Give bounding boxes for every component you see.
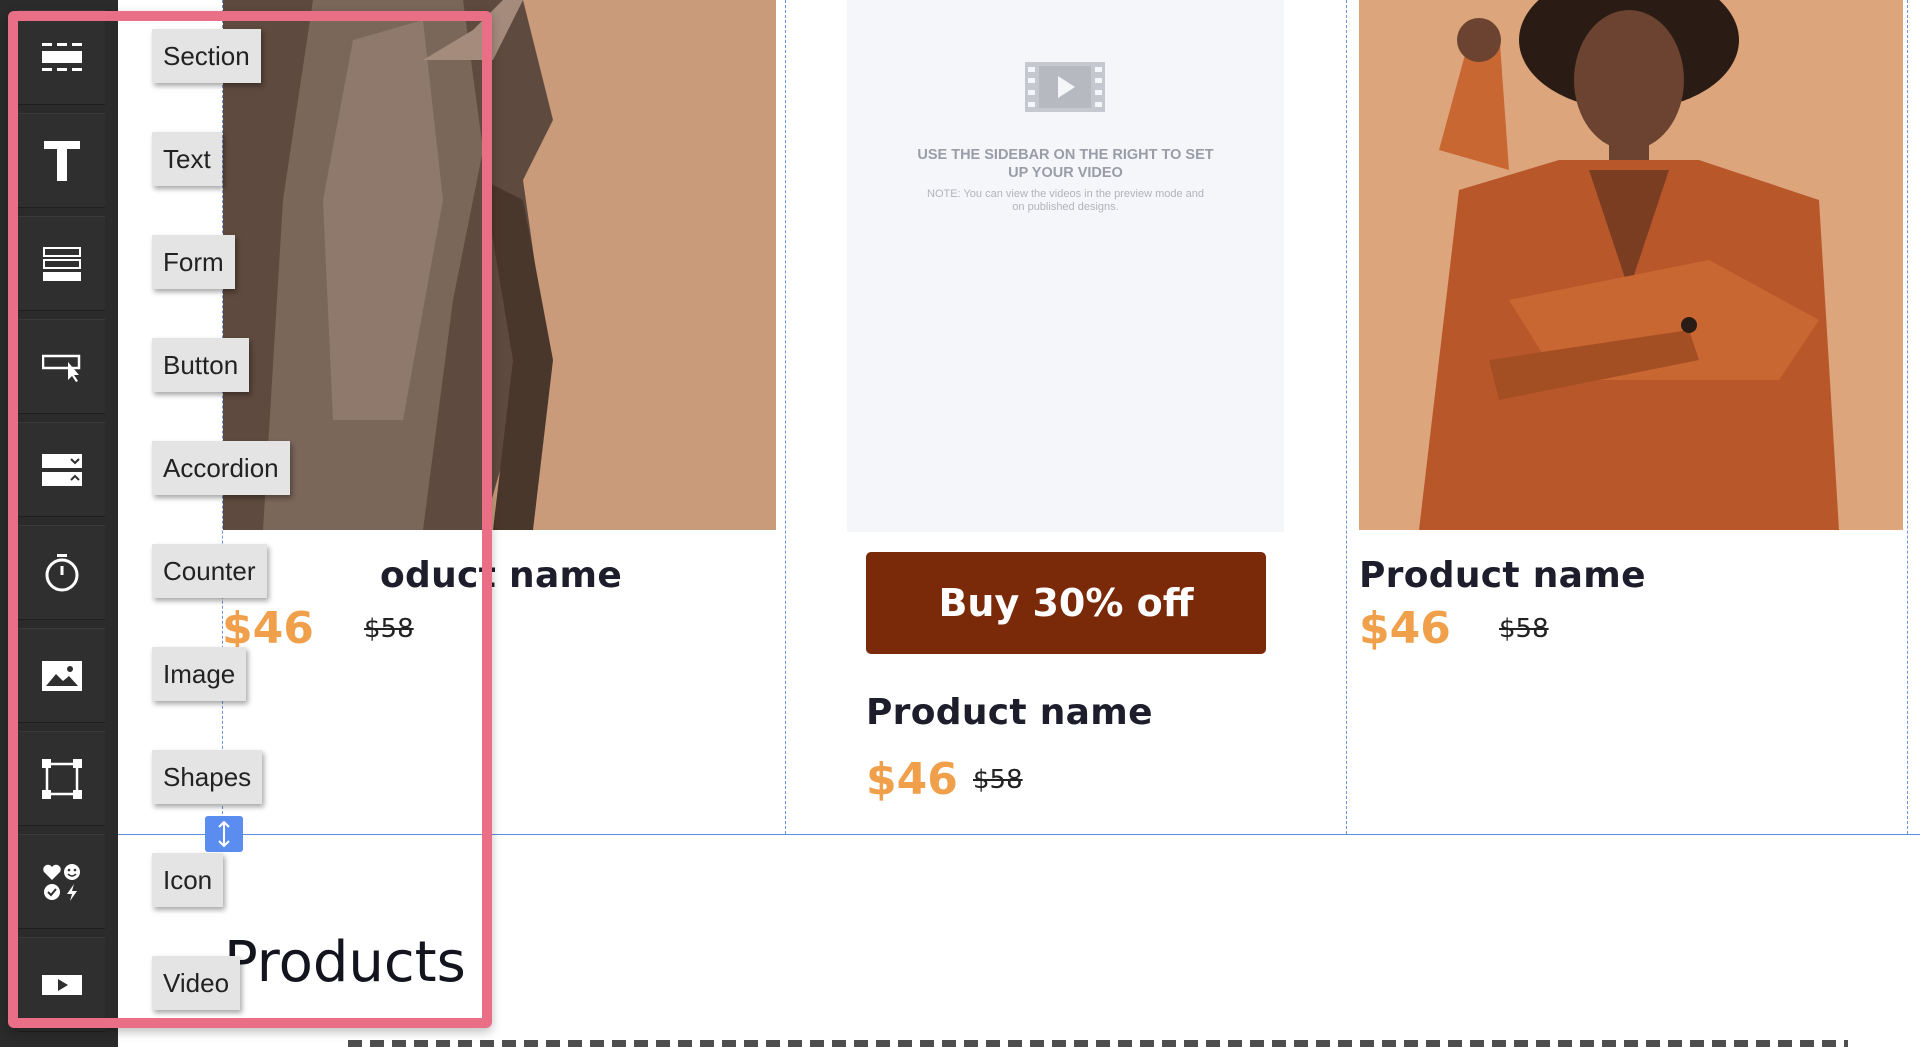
column-guide-4 xyxy=(1907,0,1908,834)
tooltip-button: Button xyxy=(152,338,250,392)
tool-icon[interactable] xyxy=(18,834,105,929)
product-old-price-2[interactable]: $58 xyxy=(973,765,1023,795)
resize-handle[interactable] xyxy=(205,816,243,852)
tooltip-accordion: Accordion xyxy=(152,441,290,495)
coat-photo-left xyxy=(223,0,776,530)
buy-button[interactable]: Buy 30% off xyxy=(866,552,1266,654)
text-icon xyxy=(43,140,80,181)
button-icon xyxy=(41,354,80,382)
column-guide-1 xyxy=(222,0,223,834)
counter-icon xyxy=(45,553,78,591)
editor-stage: USE THE SIDEBAR ON THE RIGHT TO SET UP Y… xyxy=(0,0,1920,1047)
product-name-2[interactable]: Product name xyxy=(866,692,1153,733)
element-toolbar xyxy=(0,0,118,1047)
shapes-icon xyxy=(41,758,82,799)
tooltip-form: Form xyxy=(152,235,235,289)
tooltip-video: Video xyxy=(152,956,241,1010)
product-price-2[interactable]: $46 xyxy=(866,754,958,805)
product-price-3[interactable]: $46 xyxy=(1359,603,1451,654)
tooltip-counter: Counter xyxy=(152,544,267,598)
tool-counter[interactable] xyxy=(18,525,105,620)
icons-icon xyxy=(42,863,80,901)
product-image-right[interactable] xyxy=(1359,0,1903,530)
tooltip-icon: Icon xyxy=(152,853,224,907)
accordion-icon xyxy=(41,453,82,486)
tooltip-text: Text xyxy=(152,132,222,186)
resize-vertical-icon xyxy=(218,821,230,847)
product-name-3[interactable]: Product name xyxy=(1359,555,1646,596)
tool-text[interactable] xyxy=(18,113,105,208)
tooltip-section: Section xyxy=(152,29,261,83)
film-icon xyxy=(1025,62,1105,112)
tool-button[interactable] xyxy=(18,319,105,414)
tool-form[interactable] xyxy=(18,216,105,311)
column-guide-2 xyxy=(785,0,786,834)
form-icon xyxy=(42,246,81,281)
tool-image[interactable] xyxy=(18,628,105,723)
tooltip-image: Image xyxy=(152,647,247,701)
design-canvas[interactable]: USE THE SIDEBAR ON THE RIGHT TO SET UP Y… xyxy=(118,0,1920,1047)
tool-video[interactable] xyxy=(18,937,105,1032)
section-guide xyxy=(118,834,1920,835)
cropped-text-line xyxy=(348,1040,1848,1047)
product-name-1[interactable]: oduct name xyxy=(380,555,622,596)
video-icon xyxy=(41,974,82,995)
tool-accordion[interactable] xyxy=(18,422,105,517)
video-placeholder-title: USE THE SIDEBAR ON THE RIGHT TO SET UP Y… xyxy=(917,147,1214,181)
section-icon xyxy=(41,42,82,71)
coat-photo-right xyxy=(1359,0,1903,530)
image-icon xyxy=(41,660,82,691)
video-placeholder[interactable]: USE THE SIDEBAR ON THE RIGHT TO SET UP Y… xyxy=(847,0,1284,532)
product-old-price-1[interactable]: $58 xyxy=(364,614,414,644)
tool-section[interactable] xyxy=(18,10,105,105)
video-placeholder-note: NOTE: You can view the videos in the pre… xyxy=(927,188,1204,213)
product-old-price-3[interactable]: $58 xyxy=(1499,614,1549,644)
column-guide-3 xyxy=(1346,0,1347,834)
section-heading[interactable]: Products xyxy=(224,930,466,995)
tooltip-shapes: Shapes xyxy=(152,750,263,804)
tool-shapes[interactable] xyxy=(18,731,105,826)
product-image-left[interactable] xyxy=(223,0,776,530)
